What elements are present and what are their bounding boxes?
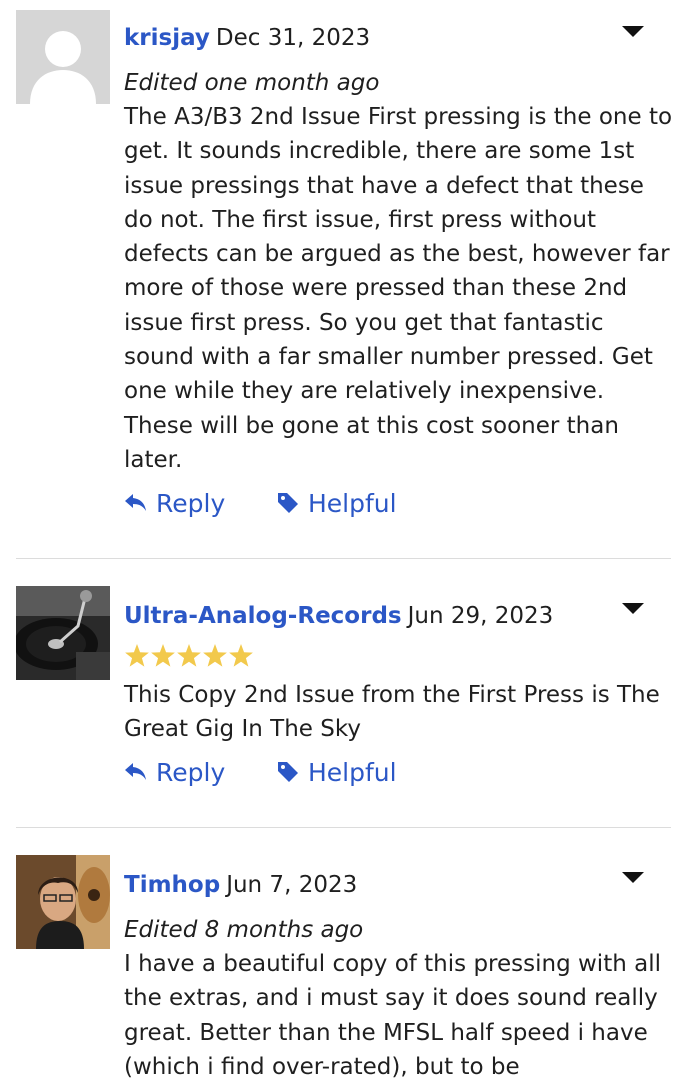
review-body: I have a beautiful copy of this pressing… [124, 951, 661, 1080]
reply-label: Reply [156, 758, 226, 787]
reply-label: Reply [156, 489, 226, 518]
helpful-button[interactable]: Helpful [276, 487, 397, 521]
review-header: krisjay Dec 31, 2023 [124, 23, 627, 53]
star-icon [203, 644, 227, 667]
star-icon [177, 644, 201, 667]
review-date: Dec 31, 2023 [215, 25, 371, 51]
default-user-icon [16, 10, 110, 104]
man-with-guitar-photo [16, 855, 110, 949]
star-rating [124, 643, 256, 669]
reply-icon [125, 494, 146, 511]
avatar[interactable] [16, 10, 110, 104]
chevron-down-icon[interactable] [622, 872, 644, 883]
tag-icon [278, 762, 298, 782]
review-date: Jun 7, 2023 [226, 872, 358, 898]
star-icon [125, 644, 149, 667]
helpful-label: Helpful [308, 758, 397, 787]
star-rating-icons [125, 644, 253, 667]
avatar[interactable] [16, 855, 110, 949]
star-icon [229, 644, 253, 667]
star-icon [151, 644, 175, 667]
review-body: The A3/B3 2nd Issue First pressing is th… [124, 104, 673, 473]
helpful-label: Helpful [308, 489, 397, 518]
edited-note: Edited one month ago [124, 70, 380, 96]
username-link[interactable]: Timhop [124, 872, 220, 898]
edited-note: Edited 8 months ago [124, 917, 364, 943]
reply-button[interactable]: Reply [124, 487, 225, 521]
tag-icon [278, 493, 298, 513]
divider [16, 827, 671, 828]
helpful-button[interactable]: Helpful [276, 756, 397, 790]
username-link[interactable]: Ultra-Analog-Records [124, 603, 402, 629]
chevron-down-icon[interactable] [622, 26, 644, 37]
review-date: Jun 29, 2023 [407, 603, 554, 629]
reply-icon [125, 763, 146, 780]
review-header: Ultra-Analog-Records Jun 29, 2023 [124, 601, 627, 631]
turntable-photo [16, 586, 110, 680]
reply-button[interactable]: Reply [124, 756, 225, 790]
review-header: Timhop Jun 7, 2023 [124, 870, 627, 900]
review-body: This Copy 2nd Issue from the First Press… [124, 682, 660, 743]
username-link[interactable]: krisjay [124, 25, 210, 51]
divider [16, 558, 671, 559]
avatar[interactable] [16, 586, 110, 680]
chevron-down-icon[interactable] [622, 603, 644, 614]
